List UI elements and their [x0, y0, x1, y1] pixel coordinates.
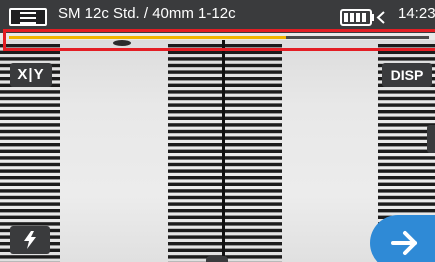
- clock-time: 14:23: [398, 5, 435, 22]
- xy-view-toggle-button[interactable]: X|Y: [10, 63, 52, 87]
- next-step-button[interactable]: [370, 215, 435, 262]
- arrow-right-icon: [391, 231, 417, 255]
- arc-discharge-button[interactable]: [10, 226, 50, 254]
- center-alignment-line: [222, 40, 225, 262]
- progress-highlight-frame: [3, 29, 435, 51]
- battery-charging-icon: [340, 9, 385, 26]
- bottom-handle[interactable]: [206, 256, 228, 262]
- fusion-splicer-screen: SM 12c Std. / 40mm 1-12c 14:23 X|Y DISP: [0, 0, 435, 262]
- fiber-ribbon-image: [0, 40, 435, 262]
- menu-button[interactable]: [9, 8, 47, 26]
- hamburger-menu-icon: [20, 12, 36, 24]
- lightning-icon: [24, 231, 36, 249]
- splice-program-title: SM 12c Std. / 40mm 1-12c: [58, 5, 236, 22]
- fiber-camera-view: [0, 40, 435, 262]
- side-panel-tab[interactable]: [427, 125, 435, 153]
- display-button[interactable]: DISP: [382, 63, 432, 87]
